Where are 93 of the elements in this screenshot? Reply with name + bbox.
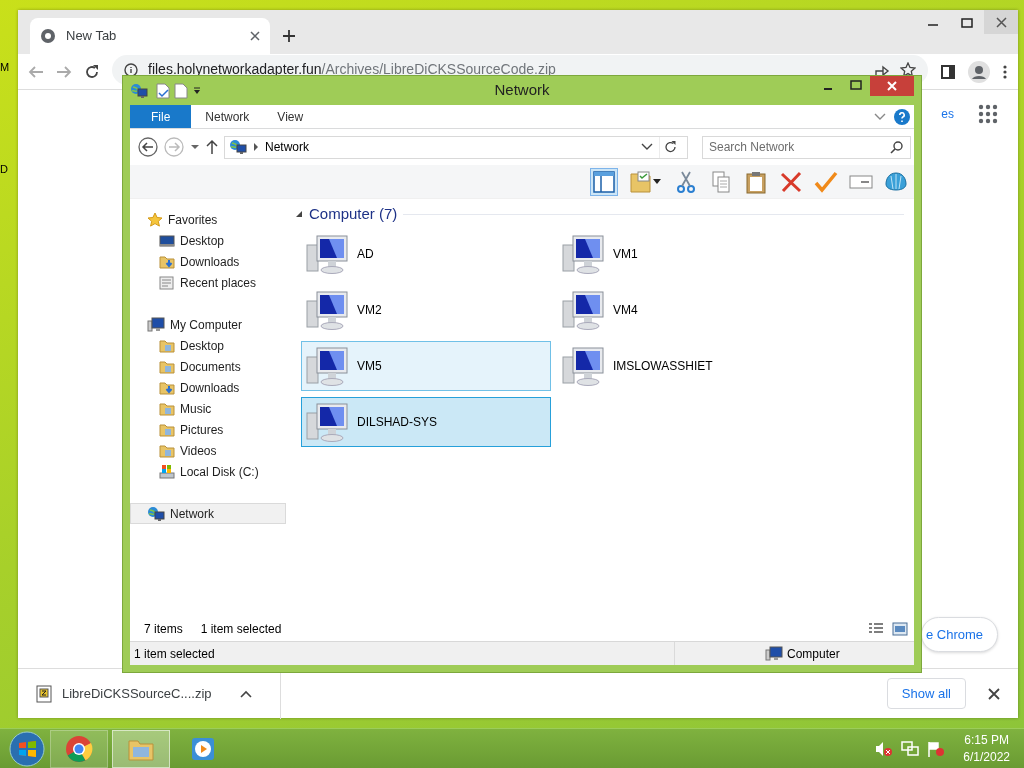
folder-icon xyxy=(159,400,175,417)
link[interactable]: es xyxy=(941,105,954,123)
computer-item[interactable]: VM4 xyxy=(557,285,807,335)
network-icon xyxy=(147,505,165,522)
computer-icon xyxy=(305,233,351,275)
ribbon-tab[interactable]: Network xyxy=(191,105,264,128)
nav-item[interactable]: Pictures xyxy=(130,419,286,440)
downloads-folder-icon xyxy=(159,379,175,396)
computer-icon xyxy=(305,401,351,443)
desktop-icon-label: M xyxy=(0,62,10,73)
computer-item[interactable]: VM2 xyxy=(301,285,551,335)
nav-item[interactable]: Music xyxy=(130,398,286,419)
nav-item[interactable]: Favorites xyxy=(130,209,286,230)
caret-icon[interactable] xyxy=(239,689,252,698)
computer-icon xyxy=(305,289,351,331)
taskbar-button[interactable] xyxy=(50,729,108,768)
back-icon[interactable] xyxy=(138,137,158,157)
new-tab-icon[interactable] xyxy=(282,29,296,43)
nav-item[interactable]: Local Disk (C:) xyxy=(130,461,286,482)
computer-icon xyxy=(561,233,607,275)
network-tray-icon[interactable] xyxy=(901,740,920,757)
computer-icon xyxy=(561,289,607,331)
computer-icon xyxy=(765,645,783,662)
zip-file-icon xyxy=(36,684,52,703)
recent-places-icon xyxy=(159,274,175,291)
computer-icon xyxy=(147,316,165,333)
item-count: 7 items xyxy=(144,621,183,638)
close-icon[interactable] xyxy=(870,76,914,96)
folder-icon xyxy=(159,358,175,375)
folder-icon xyxy=(159,421,175,438)
close-icon[interactable] xyxy=(984,10,1018,34)
reload-icon[interactable] xyxy=(84,63,100,80)
nav-item[interactable]: Desktop xyxy=(130,230,286,251)
large-icons-view-icon[interactable] xyxy=(892,622,908,636)
nav-item[interactable]: Videos xyxy=(130,440,286,461)
chevron-down-icon[interactable] xyxy=(641,143,653,151)
computer-item[interactable]: IMSLOWASSHIET xyxy=(557,341,807,391)
download-filename: LibreDiCKSSourceC....zip xyxy=(62,684,212,703)
desktop-icon xyxy=(159,232,175,249)
computer-item[interactable]: DILSHAD-SYS xyxy=(301,397,551,447)
up-arrow-icon[interactable] xyxy=(206,139,218,155)
star-icon xyxy=(147,211,163,228)
speaker-muted-icon[interactable] xyxy=(875,740,894,757)
downloads-folder-icon xyxy=(159,253,175,270)
info-icon xyxy=(124,62,138,77)
network-icon xyxy=(130,82,148,99)
computer-icon xyxy=(305,345,351,387)
start-button-icon[interactable] xyxy=(8,729,46,768)
computer-item[interactable]: VM1 xyxy=(557,229,807,279)
nav-item[interactable]: Documents xyxy=(130,356,286,377)
address-field[interactable]: Network xyxy=(224,135,688,159)
close-icon[interactable] xyxy=(250,31,260,41)
folder-icon xyxy=(159,337,175,354)
customize-button[interactable]: e Chrome xyxy=(920,616,998,652)
nav-item[interactable]: Network xyxy=(130,503,286,524)
nav-item[interactable]: My Computer xyxy=(130,314,286,335)
chevron-right-icon xyxy=(253,143,259,151)
star-outline-icon[interactable] xyxy=(900,61,916,78)
selection-info: 1 item selected xyxy=(200,621,282,638)
ribbon-tab[interactable]: View xyxy=(263,105,318,128)
caret-icon xyxy=(653,178,661,185)
nav-item[interactable]: Downloads xyxy=(130,377,286,398)
menu-icon[interactable] xyxy=(1002,63,1008,80)
drive-icon xyxy=(159,463,175,480)
collapse-triangle-icon[interactable] xyxy=(295,210,303,218)
side-panel-icon[interactable] xyxy=(940,63,956,80)
computer-item[interactable]: VM5 xyxy=(301,341,551,391)
computer-icon xyxy=(561,345,607,387)
computer-item[interactable]: AD xyxy=(301,229,551,279)
nav-item[interactable]: Desktop xyxy=(130,335,286,356)
nav-item[interactable]: Downloads xyxy=(130,251,286,272)
help-icon[interactable] xyxy=(894,108,910,125)
browser-tab[interactable]: New Tab xyxy=(30,18,270,54)
browser-icon xyxy=(65,734,93,763)
ribbon-tab[interactable]: File xyxy=(130,105,192,128)
folder-icon xyxy=(159,442,175,459)
status-text: 1 item selected xyxy=(133,645,215,663)
preview-pane-button[interactable] xyxy=(590,167,618,196)
show-all-button[interactable]: Show all xyxy=(886,677,966,710)
desktop-icon-label: D xyxy=(0,164,8,175)
flag-icon[interactable] xyxy=(927,740,946,757)
close-icon[interactable] xyxy=(988,687,1000,700)
nav-item[interactable]: Recent places xyxy=(130,272,286,293)
status-location: Computer xyxy=(787,645,840,663)
search-field[interactable]: Search Network xyxy=(702,135,911,159)
profile-icon[interactable] xyxy=(968,60,990,83)
properties-icon[interactable] xyxy=(156,82,170,99)
network-icon xyxy=(229,139,247,155)
group-header[interactable]: Computer (7) xyxy=(309,202,398,226)
apps-grid-icon[interactable] xyxy=(978,104,998,124)
caret-icon[interactable] xyxy=(192,85,202,96)
caret-icon[interactable] xyxy=(190,143,200,151)
details-view-icon[interactable] xyxy=(868,622,884,636)
